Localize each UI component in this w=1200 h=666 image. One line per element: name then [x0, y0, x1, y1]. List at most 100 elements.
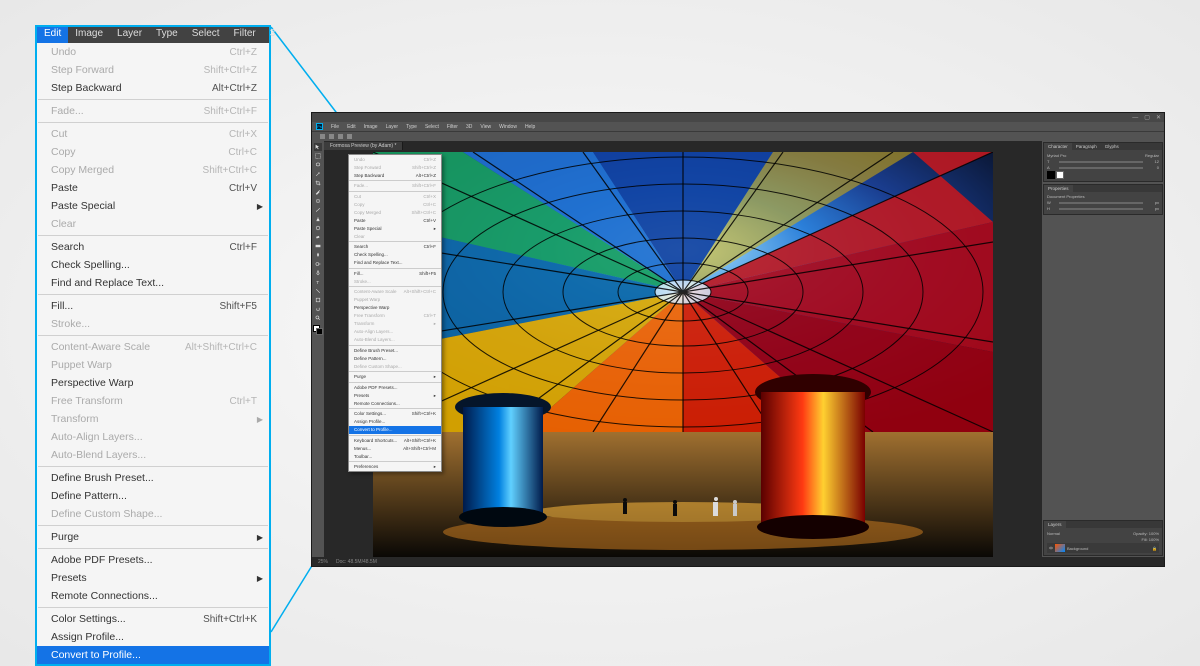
mi-stroke[interactable]: Stroke...: [37, 315, 269, 333]
mi-check-spelling[interactable]: Check Spelling...: [37, 256, 269, 274]
ps-menu-select[interactable]: Select: [425, 124, 439, 130]
menubar-edit[interactable]: Edit: [37, 27, 68, 43]
gradient-tool-icon[interactable]: [314, 242, 322, 250]
marquee-tool-icon[interactable]: [314, 152, 322, 160]
ps-menu-help[interactable]: Help: [525, 124, 535, 130]
eyedropper-tool-icon[interactable]: [314, 188, 322, 196]
move-tool-icon[interactable]: [314, 143, 322, 151]
mi-define-shape[interactable]: Define Custom Shape...: [37, 505, 269, 523]
mi-clear[interactable]: Clear: [37, 215, 269, 233]
document-tab[interactable]: Formosa Preview (by Adam) *: [324, 142, 403, 150]
tool-preset-icon[interactable]: [320, 134, 325, 139]
opt-icon[interactable]: [338, 134, 343, 139]
menubar-type[interactable]: Type: [149, 27, 185, 43]
shape-tool-icon[interactable]: [314, 296, 322, 304]
mi-find-replace[interactable]: Find and Replace Text...: [37, 274, 269, 292]
ps-menu-edit[interactable]: Edit: [347, 124, 356, 130]
ps-menu-3d[interactable]: 3D: [466, 124, 472, 130]
properties-header: Document Properties: [1047, 194, 1159, 199]
mi-perspective-warp[interactable]: Perspective Warp: [37, 374, 269, 392]
stamp-tool-icon[interactable]: [314, 215, 322, 223]
eraser-tool-icon[interactable]: [314, 233, 322, 241]
mi-define-pattern[interactable]: Define Pattern...: [37, 487, 269, 505]
hand-tool-icon[interactable]: [314, 305, 322, 313]
properties-panel[interactable]: Properties Document Properties Wpx Hpx: [1043, 184, 1163, 215]
mi-auto-align[interactable]: Auto-Align Layers...: [37, 428, 269, 446]
brush-tool-icon[interactable]: [314, 206, 322, 214]
crop-tool-icon[interactable]: [314, 179, 322, 187]
mi-define-brush[interactable]: Define Brush Preset...: [37, 469, 269, 487]
menubar-image[interactable]: Image: [68, 27, 110, 43]
mi-remote[interactable]: Remote Connections...: [37, 587, 269, 605]
mi-presets[interactable]: Presets▶: [37, 569, 269, 587]
color-swatches[interactable]: [313, 325, 323, 337]
zoom-tool-icon[interactable]: [314, 314, 322, 322]
ps-menu-image[interactable]: Image: [364, 124, 378, 130]
doc-info: Doc: 48.5M/48.5M: [336, 559, 377, 565]
opt-icon[interactable]: [329, 134, 334, 139]
mi-copy-merged[interactable]: Copy MergedShift+Ctrl+C: [37, 161, 269, 179]
mi-cut[interactable]: CutCtrl+X: [37, 125, 269, 143]
mi-convert-profile[interactable]: Convert to Profile...: [37, 646, 269, 664]
mi-fade[interactable]: Fade...Shift+Ctrl+F: [37, 102, 269, 120]
menubar: Edit Image Layer Type Select Filter 3: [37, 27, 269, 43]
history-brush-icon[interactable]: [314, 224, 322, 232]
mi-step-backward[interactable]: Step BackwardAlt+Ctrl+Z: [37, 79, 269, 97]
mi-search[interactable]: SearchCtrl+F: [37, 238, 269, 256]
canvas[interactable]: UndoCtrl+Z Step ForwardShift+Ctrl+Z Step…: [324, 151, 1042, 557]
mi-paste-special[interactable]: Paste Special▶: [37, 197, 269, 215]
menubar-layer[interactable]: Layer: [110, 27, 149, 43]
mi-step-forward[interactable]: Step ForwardShift+Ctrl+Z: [37, 61, 269, 79]
ps-menu-type[interactable]: Type: [406, 124, 417, 130]
window-close-icon[interactable]: ✕: [1156, 114, 1161, 121]
mi-transform[interactable]: Transform▶: [37, 410, 269, 428]
mi-pdf-presets[interactable]: Adobe PDF Presets...: [37, 551, 269, 569]
mi-copy[interactable]: CopyCtrl+C: [37, 143, 269, 161]
mi-fill[interactable]: Fill...Shift+F5: [37, 297, 269, 315]
ps-menu-view[interactable]: View: [480, 124, 491, 130]
visibility-icon[interactable]: [1049, 546, 1053, 550]
dodge-tool-icon[interactable]: [314, 260, 322, 268]
svg-text:T: T: [316, 280, 319, 285]
zoom-level[interactable]: 25%: [318, 559, 328, 565]
edit-menu-zoom: Edit Image Layer Type Select Filter 3 Un…: [35, 25, 271, 666]
ps-menu-layer[interactable]: Layer: [386, 124, 399, 130]
mi-assign-profile[interactable]: Assign Profile...: [37, 628, 269, 646]
menubar-filter[interactable]: Filter: [227, 27, 263, 43]
mi-paste[interactable]: PasteCtrl+V: [37, 179, 269, 197]
tab-properties[interactable]: Properties: [1044, 185, 1073, 192]
mi-auto-blend[interactable]: Auto-Blend Layers...: [37, 446, 269, 464]
edit-menu-mini: UndoCtrl+Z Step ForwardShift+Ctrl+Z Step…: [348, 154, 442, 472]
tab-glyphs[interactable]: Glyphs: [1101, 143, 1123, 150]
opt-icon[interactable]: [347, 134, 352, 139]
layers-panel[interactable]: Layers NormalOpacity: 100% Fill: 100% Ba…: [1043, 520, 1163, 556]
document-tabs: Formosa Preview (by Adam) *: [324, 141, 1042, 151]
ps-menu-file[interactable]: File: [331, 124, 339, 130]
mi-undo[interactable]: UndoCtrl+Z: [37, 43, 269, 61]
healing-tool-icon[interactable]: [314, 197, 322, 205]
pen-tool-icon[interactable]: [314, 269, 322, 277]
menubar-3d[interactable]: 3: [263, 27, 283, 43]
mi-purge[interactable]: Purge▶: [37, 528, 269, 546]
path-tool-icon[interactable]: [314, 287, 322, 295]
lasso-tool-icon[interactable]: [314, 161, 322, 169]
ps-menu-window[interactable]: Window: [499, 124, 517, 130]
tab-layers[interactable]: Layers: [1044, 521, 1066, 528]
mi-content-aware[interactable]: Content-Aware ScaleAlt+Shift+Ctrl+C: [37, 338, 269, 356]
character-panel[interactable]: CharacterParagraphGlyphs Myriad ProRegul…: [1043, 142, 1163, 182]
mi-free-transform[interactable]: Free TransformCtrl+T: [37, 392, 269, 410]
right-panels: CharacterParagraphGlyphs Myriad ProRegul…: [1042, 141, 1164, 557]
wand-tool-icon[interactable]: [314, 170, 322, 178]
ps-menu-filter[interactable]: Filter: [447, 124, 458, 130]
mi-color-settings[interactable]: Color Settings...Shift+Ctrl+K: [37, 610, 269, 628]
mi-puppet-warp[interactable]: Puppet Warp: [37, 356, 269, 374]
menubar-select[interactable]: Select: [185, 27, 227, 43]
tab-paragraph[interactable]: Paragraph: [1072, 143, 1101, 150]
type-tool-icon[interactable]: T: [314, 278, 322, 286]
layer-row[interactable]: Background 🔒: [1047, 543, 1159, 553]
blur-tool-icon[interactable]: [314, 251, 322, 259]
tab-character[interactable]: Character: [1044, 143, 1072, 150]
background-color[interactable]: [316, 328, 323, 335]
window-minimize-icon[interactable]: —: [1132, 115, 1138, 121]
window-maximize-icon[interactable]: ▢: [1144, 114, 1150, 121]
